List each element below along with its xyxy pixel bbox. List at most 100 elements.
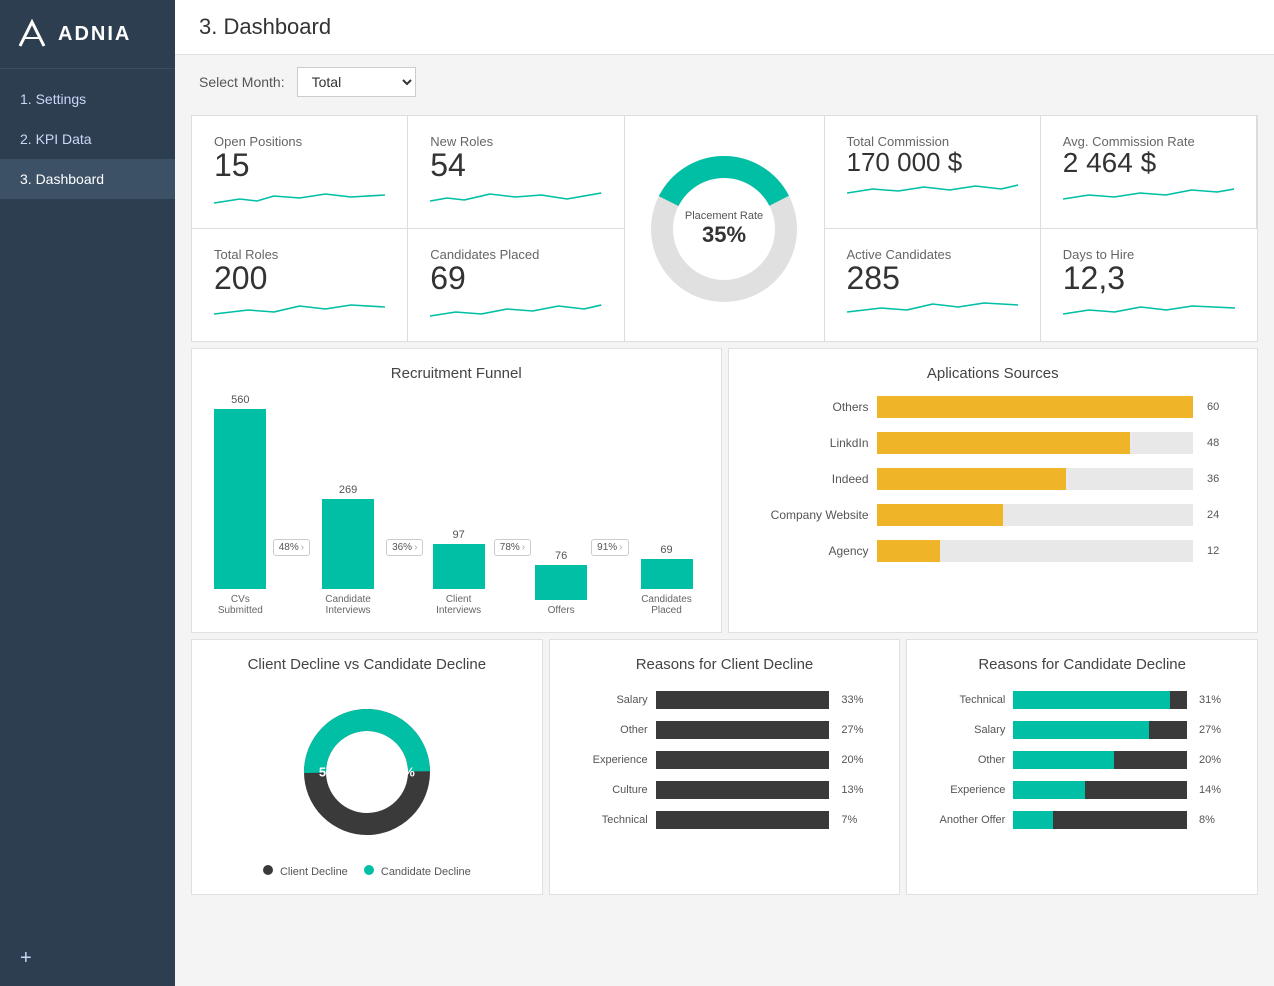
sidebar-item-settings-label: 1. Settings bbox=[20, 91, 86, 107]
candidate-pct-label: 50% bbox=[389, 765, 415, 780]
candidate-decline-row-4: Another Offer 8% bbox=[935, 811, 1229, 829]
candidate-decline-track-1 bbox=[1013, 721, 1187, 739]
sidebar-item-dashboard[interactable]: 3. Dashboard bbox=[0, 159, 175, 199]
candidate-decline-title: Reasons for Candidate Decline bbox=[927, 656, 1237, 673]
main-header: 3. Dashboard bbox=[175, 0, 1274, 55]
sidebar-logo: ADNIA bbox=[0, 0, 175, 69]
bottom-row: Client Decline vs Candidate Decline 50% … bbox=[191, 639, 1258, 895]
funnel-col-label-1: Candidate Interviews bbox=[314, 594, 382, 616]
candidate-decline-track-2 bbox=[1013, 751, 1187, 769]
charts-row: Recruitment Funnel 560 CVs Submitted 48%… bbox=[191, 348, 1258, 633]
funnel-bar-4 bbox=[641, 559, 693, 589]
kpi-total-commission-sparkline bbox=[847, 175, 1018, 210]
kpi-active-candidates: Active Candidates 285 bbox=[825, 228, 1041, 341]
arrow-badge-1: 36% › bbox=[386, 539, 423, 556]
funnel-bar-label-0: 560 bbox=[231, 394, 249, 406]
placement-donut: Placement Rate 35% bbox=[644, 149, 804, 309]
funnel-col-4: 69 Candidates Placed bbox=[633, 544, 701, 616]
kpi-total-commission-value: 170 000 $ bbox=[847, 149, 1018, 175]
add-button[interactable]: + bbox=[0, 931, 175, 986]
candidate-decline-row-3: Experience 14% bbox=[935, 781, 1229, 799]
placement-rate-value: 35% bbox=[685, 222, 763, 248]
sidebar-item-settings[interactable]: 1. Settings bbox=[0, 79, 175, 119]
main-content: 3. Dashboard Select Month: Total January… bbox=[175, 0, 1274, 986]
kpi-active-candidates-sparkline bbox=[847, 294, 1018, 329]
funnel-col-label-0: CVs Submitted bbox=[212, 594, 269, 616]
hbar-label-3: Company Website bbox=[759, 508, 869, 522]
kpi-grid: Open Positions 15 New Roles 54 bbox=[191, 115, 1258, 342]
client-decline-value-2: 20% bbox=[841, 754, 871, 766]
funnel-bar-label-3: 76 bbox=[555, 550, 567, 562]
hbar-track-1 bbox=[877, 432, 1194, 454]
month-label: Select Month: bbox=[199, 74, 285, 90]
hbar-track-2 bbox=[877, 468, 1194, 490]
candidate-decline-track-3 bbox=[1013, 781, 1187, 799]
hbar-row-0: Others 60 bbox=[759, 396, 1228, 418]
hbar-label-2: Indeed bbox=[759, 472, 869, 486]
client-decline-row-4: Technical 7% bbox=[578, 811, 872, 829]
kpi-candidates-placed-sparkline bbox=[430, 294, 601, 329]
funnel-col-label-2: Client Interviews bbox=[427, 594, 489, 616]
kpi-open-positions: Open Positions 15 bbox=[192, 116, 408, 228]
funnel-arrow-1: 36% › bbox=[386, 539, 423, 616]
funnel-title: Recruitment Funnel bbox=[212, 365, 701, 382]
client-decline-track-2 bbox=[656, 751, 830, 769]
kpi-total-commission: Total Commission 170 000 $ bbox=[825, 116, 1041, 228]
kpi-open-positions-sparkline bbox=[214, 181, 385, 216]
kpi-new-roles: New Roles 54 bbox=[408, 116, 624, 228]
client-decline-value-3: 13% bbox=[841, 784, 871, 796]
month-select[interactable]: Total January February March bbox=[297, 67, 416, 97]
candidate-decline-card: Reasons for Candidate Decline Technical … bbox=[906, 639, 1258, 895]
client-decline-value-4: 7% bbox=[841, 814, 871, 826]
candidate-decline-fill-0 bbox=[1013, 691, 1169, 709]
funnel-col-1: 269 Candidate Interviews bbox=[314, 484, 382, 616]
toolbar: Select Month: Total January February Mar… bbox=[175, 55, 1274, 109]
hbar-value-0: 60 bbox=[1207, 401, 1227, 413]
kpi-new-roles-sparkline bbox=[430, 181, 601, 216]
candidate-decline-row-0: Technical 31% bbox=[935, 691, 1229, 709]
candidate-decline-row-2: Other 20% bbox=[935, 751, 1229, 769]
candidate-decline-label-3: Experience bbox=[935, 784, 1005, 796]
client-pct-label: 50% bbox=[319, 765, 345, 780]
hbar-label-0: Others bbox=[759, 400, 869, 414]
legend-label-client: Client Decline bbox=[280, 866, 348, 878]
client-decline-fill-2 bbox=[656, 751, 753, 769]
sidebar: ADNIA 1. Settings 2. KPI Data 3. Dashboa… bbox=[0, 0, 175, 986]
sidebar-nav: 1. Settings 2. KPI Data 3. Dashboard bbox=[0, 79, 175, 931]
funnel-arrow-0: 48% › bbox=[273, 539, 310, 616]
kpi-days-to-hire: Days to Hire 12,3 bbox=[1041, 228, 1257, 341]
logo-text: ADNIA bbox=[58, 23, 131, 46]
sidebar-item-kpi-data[interactable]: 2. KPI Data bbox=[0, 119, 175, 159]
client-candidate-card: Client Decline vs Candidate Decline 50% … bbox=[191, 639, 543, 895]
candidate-decline-fill-1 bbox=[1013, 721, 1148, 739]
legend-candidate: Candidate Decline bbox=[364, 865, 471, 878]
client-candidate-title: Client Decline vs Candidate Decline bbox=[212, 656, 522, 673]
legend-dot-candidate bbox=[364, 865, 374, 875]
funnel-col-0: 560 CVs Submitted bbox=[212, 394, 269, 616]
funnel-bar-label-4: 69 bbox=[660, 544, 672, 556]
hbar-row-2: Indeed 36 bbox=[759, 468, 1228, 490]
candidate-decline-value-4: 8% bbox=[1199, 814, 1229, 826]
kpi-avg-commission-sparkline bbox=[1063, 177, 1234, 212]
content-wrapper: Open Positions 15 New Roles 54 bbox=[175, 109, 1274, 986]
legend-dot-client bbox=[263, 865, 273, 875]
funnel-bar-label-2: 97 bbox=[452, 529, 464, 541]
candidate-decline-track-0 bbox=[1013, 691, 1187, 709]
candidate-decline-value-0: 31% bbox=[1199, 694, 1229, 706]
sidebar-item-dashboard-label: 3. Dashboard bbox=[20, 171, 104, 187]
hbar-track-0 bbox=[877, 396, 1194, 418]
candidate-decline-track-4 bbox=[1013, 811, 1187, 829]
client-decline-fill-3 bbox=[656, 781, 720, 799]
client-decline-row-3: Culture 13% bbox=[578, 781, 872, 799]
candidate-decline-label-0: Technical bbox=[935, 694, 1005, 706]
kpi-active-candidates-value: 285 bbox=[847, 262, 1018, 294]
hbar-fill-3 bbox=[877, 504, 1004, 526]
candidate-decline-value-3: 14% bbox=[1199, 784, 1229, 796]
hbar-row-1: LinkdIn 48 bbox=[759, 432, 1228, 454]
client-decline-row-1: Other 27% bbox=[578, 721, 872, 739]
funnel-arrow-2: 78% › bbox=[494, 539, 531, 616]
sidebar-item-kpi-label: 2. KPI Data bbox=[20, 131, 92, 147]
candidate-decline-value-2: 20% bbox=[1199, 754, 1229, 766]
hbar-track-3 bbox=[877, 504, 1194, 526]
kpi-candidates-placed: Candidates Placed 69 bbox=[408, 228, 624, 341]
